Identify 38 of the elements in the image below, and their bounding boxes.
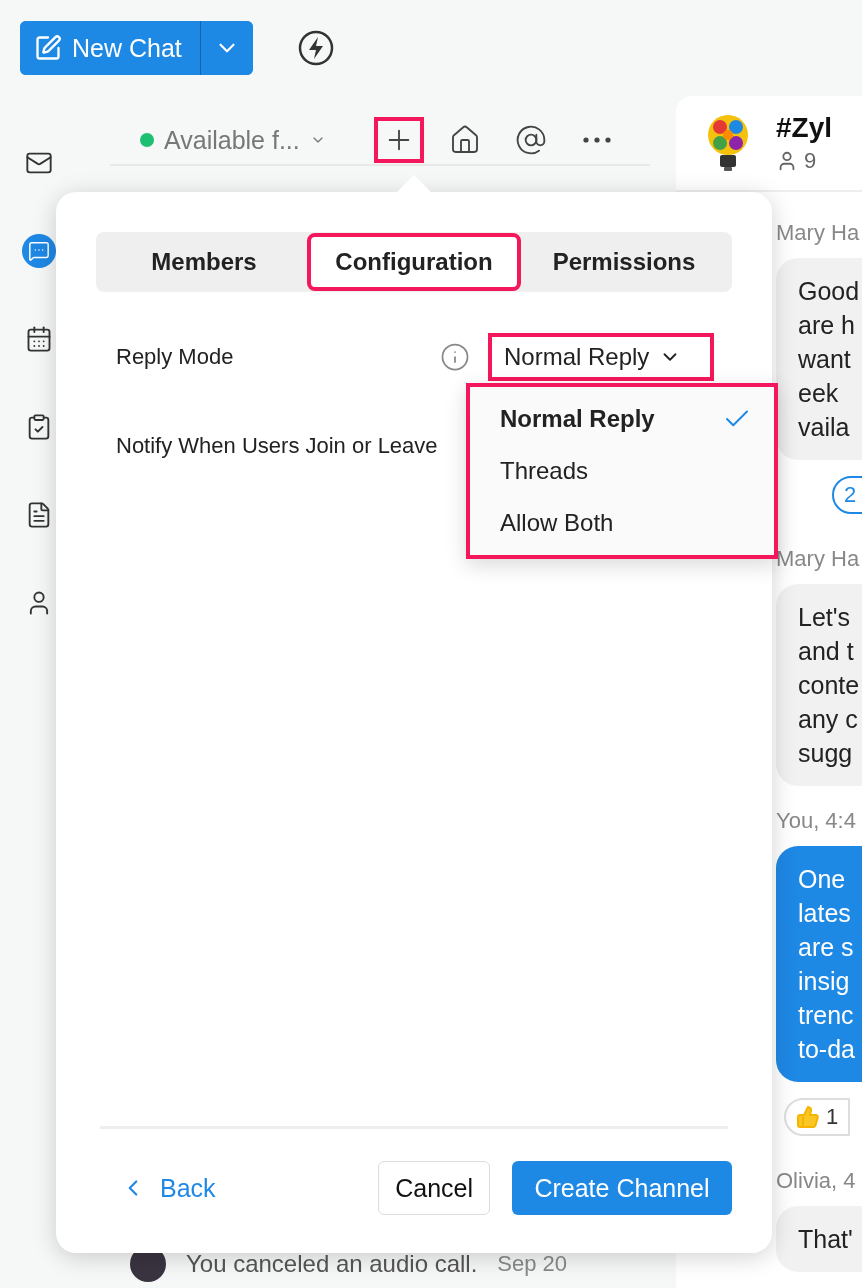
back-link[interactable]: Back bbox=[96, 1173, 357, 1203]
message-sender: Mary Ha bbox=[776, 546, 860, 572]
member-count: 9 bbox=[804, 148, 817, 174]
message-bubble: One lates are s insig trenc to-da bbox=[776, 846, 862, 1082]
message-bubble: Let's and t conte any c sugg bbox=[776, 584, 862, 786]
calendar-icon bbox=[25, 325, 53, 353]
new-chat-button[interactable]: New Chat bbox=[20, 21, 201, 75]
menu-item[interactable]: Normal Reply bbox=[500, 393, 752, 445]
tab[interactable]: Configuration bbox=[309, 235, 519, 289]
message-bubble: That' bbox=[776, 1206, 862, 1272]
reaction-chip[interactable]: 2 bbox=[832, 476, 862, 514]
thumbs-up-icon bbox=[796, 1105, 820, 1129]
compose-icon bbox=[34, 34, 62, 62]
at-sign-icon bbox=[514, 124, 547, 156]
setting-label: Reply Mode bbox=[116, 344, 235, 370]
channel-name: #Zyl bbox=[776, 112, 833, 144]
lightning-icon bbox=[297, 30, 334, 66]
chat-icon bbox=[28, 240, 50, 262]
info-icon bbox=[440, 342, 470, 372]
plus-button[interactable] bbox=[373, 117, 424, 163]
menu-item[interactable]: Allow Both bbox=[500, 497, 752, 549]
message-bubble: Good are h want eek vaila bbox=[776, 258, 862, 460]
create-channel-button[interactable]: Create Channel bbox=[512, 1161, 732, 1215]
chat-nav-button[interactable] bbox=[22, 234, 56, 268]
chat-date: Sep 20 bbox=[497, 1251, 568, 1277]
reaction-chip[interactable]: 1 bbox=[784, 1098, 851, 1136]
chat-preview: You canceled an audio call. bbox=[186, 1250, 478, 1278]
tab[interactable]: Members bbox=[99, 235, 309, 289]
status-selector[interactable]: Available f... bbox=[140, 125, 326, 155]
menu-item[interactable]: Threads bbox=[500, 445, 752, 497]
reply-mode-dropdown[interactable]: Normal Reply bbox=[488, 333, 714, 381]
setting-label: Notify When Users Join or Leave bbox=[116, 433, 439, 459]
tab[interactable]: Permissions bbox=[519, 235, 729, 289]
message-sender: You, 4:4 bbox=[776, 808, 856, 834]
cancel-button[interactable]: Cancel bbox=[378, 1161, 490, 1215]
message-sender: Olivia, 4 bbox=[776, 1168, 856, 1194]
message-sender: Mary Ha bbox=[776, 220, 860, 246]
more-icon bbox=[582, 137, 611, 143]
